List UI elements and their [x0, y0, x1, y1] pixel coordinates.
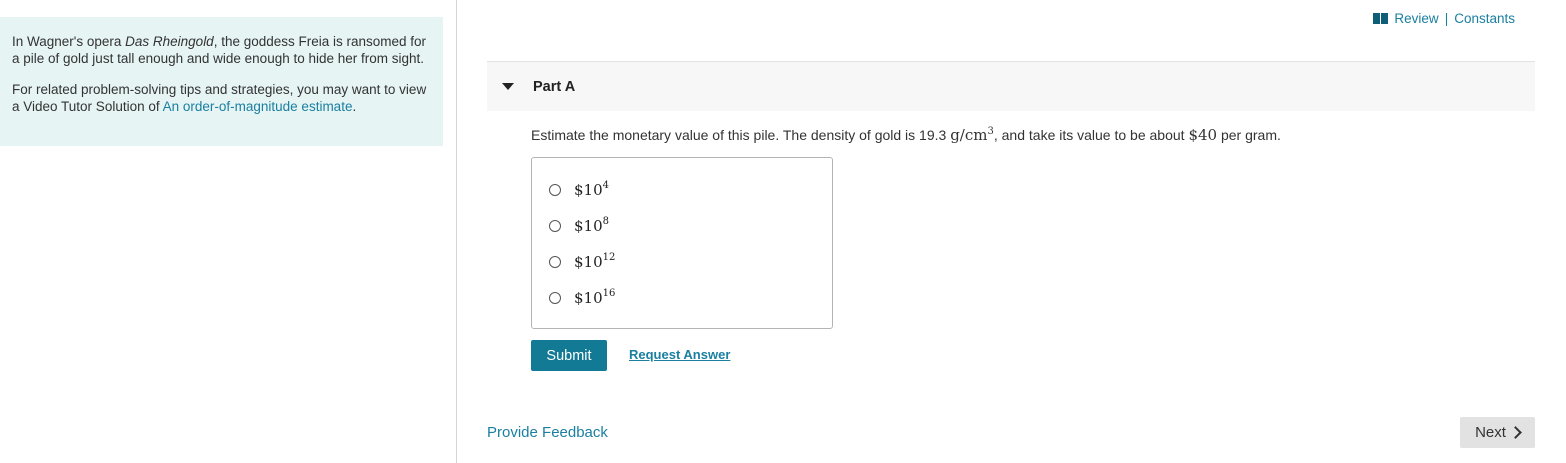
- next-label: Next: [1475, 424, 1506, 441]
- chevron-right-icon: [1509, 426, 1522, 439]
- caret-down-icon[interactable]: [502, 83, 514, 90]
- left-panel: In Wagner's opera Das Rheingold, the god…: [0, 0, 457, 463]
- video-tutor-link[interactable]: An order-of-magnitude estimate: [163, 99, 353, 114]
- choice-label: $1016: [574, 288, 615, 307]
- choice-label: $104: [574, 180, 609, 199]
- choice-label: $108: [574, 216, 609, 235]
- intro-paragraph-1: In Wagner's opera Das Rheingold, the god…: [12, 33, 431, 67]
- part-a-header[interactable]: Part A: [487, 61, 1535, 111]
- choice-label: $1012: [574, 252, 615, 271]
- radio-button[interactable]: [549, 291, 561, 304]
- book-icon: [1373, 13, 1389, 24]
- opera-title: Das Rheingold: [125, 34, 214, 49]
- choice-option[interactable]: $1012: [549, 252, 615, 271]
- choice-exponent: 16: [602, 288, 616, 299]
- intro-text: In Wagner's opera: [12, 34, 126, 49]
- choice-exponent: 12: [602, 252, 616, 263]
- question-part: per gram.: [1217, 127, 1281, 143]
- question-part: Estimate the monetary value of this pile…: [531, 127, 951, 143]
- choice-option[interactable]: $104: [549, 180, 609, 199]
- radio-button[interactable]: [549, 219, 561, 232]
- choice-exponent: 4: [602, 180, 610, 191]
- question-part: , and take its value to be about: [993, 127, 1189, 143]
- radio-button[interactable]: [549, 255, 561, 268]
- constants-link[interactable]: Constants: [1454, 11, 1515, 26]
- choice-exponent: 8: [602, 216, 610, 227]
- radio-button[interactable]: [549, 183, 561, 196]
- choice-base: $10: [574, 217, 603, 235]
- problem-intro: In Wagner's opera Das Rheingold, the god…: [0, 17, 443, 146]
- provide-feedback-link[interactable]: Provide Feedback: [487, 424, 608, 441]
- choice-base: $10: [574, 289, 603, 307]
- review-link[interactable]: Review: [1394, 11, 1438, 26]
- answer-choices: $104 $108 $1012 $1016: [531, 157, 833, 329]
- choice-base: $10: [574, 253, 603, 271]
- link-separator: |: [1444, 11, 1449, 26]
- request-answer-link[interactable]: Request Answer: [629, 347, 730, 362]
- question-text: Estimate the monetary value of this pile…: [531, 126, 1281, 144]
- density-unit: g/cm3: [950, 126, 994, 144]
- choice-option[interactable]: $1016: [549, 288, 615, 307]
- next-button[interactable]: Next: [1460, 417, 1535, 448]
- part-title: Part A: [533, 79, 576, 95]
- unit-base: g/cm: [950, 126, 988, 144]
- submit-button[interactable]: Submit: [531, 340, 607, 371]
- intro-text: .: [352, 99, 357, 114]
- choice-option[interactable]: $108: [549, 216, 609, 235]
- review-constants-links: Review | Constants: [1373, 11, 1515, 26]
- choice-base: $10: [574, 181, 603, 199]
- intro-paragraph-2: For related problem-solving tips and str…: [12, 81, 431, 115]
- price-value: $40: [1188, 126, 1218, 144]
